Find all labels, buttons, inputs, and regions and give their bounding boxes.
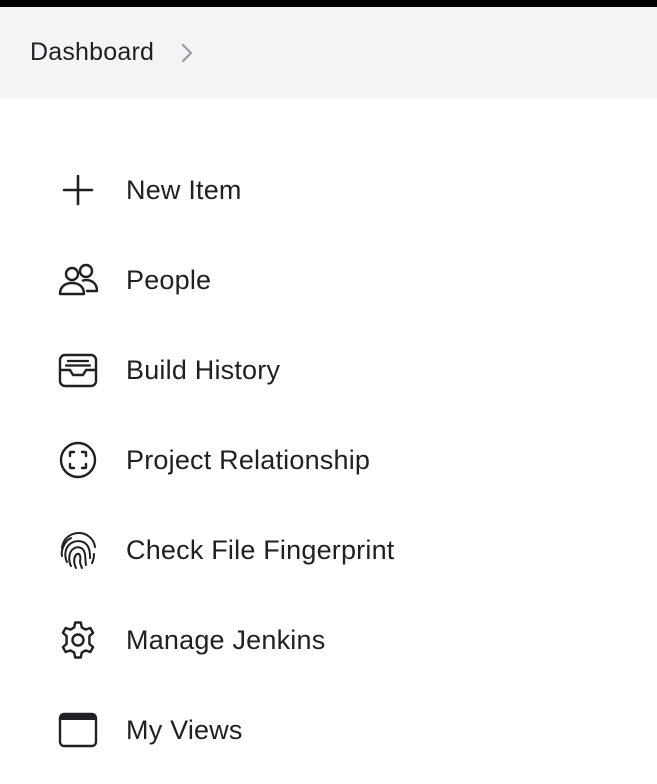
plus-icon — [56, 168, 100, 212]
task-label: Project Relationship — [126, 444, 371, 475]
task-build-history[interactable]: Build History — [0, 325, 657, 415]
task-label: New Item — [126, 174, 242, 205]
scan-circle-icon — [56, 438, 100, 482]
task-label: Check File Fingerprint — [126, 534, 395, 565]
inbox-tray-icon — [56, 348, 100, 392]
fingerprint-icon — [56, 528, 100, 572]
task-label: My Views — [126, 714, 243, 745]
task-new-item[interactable]: New Item — [0, 145, 657, 235]
chevron-right-icon[interactable] — [178, 42, 196, 64]
browser-window-icon — [56, 708, 100, 752]
task-label: Build History — [126, 354, 281, 385]
task-project-relationship[interactable]: Project Relationship — [0, 415, 657, 505]
top-strip — [0, 0, 657, 7]
breadcrumb: Dashboard — [0, 7, 657, 98]
task-check-file-fingerprint[interactable]: Check File Fingerprint — [0, 505, 657, 595]
gear-icon — [56, 618, 100, 662]
task-my-views[interactable]: My Views — [0, 685, 657, 775]
people-icon — [56, 258, 100, 302]
task-people[interactable]: People — [0, 235, 657, 325]
task-label: Manage Jenkins — [126, 624, 326, 655]
task-label: People — [126, 264, 212, 295]
breadcrumb-dashboard[interactable]: Dashboard — [30, 38, 154, 67]
task-manage-jenkins[interactable]: Manage Jenkins — [0, 595, 657, 685]
